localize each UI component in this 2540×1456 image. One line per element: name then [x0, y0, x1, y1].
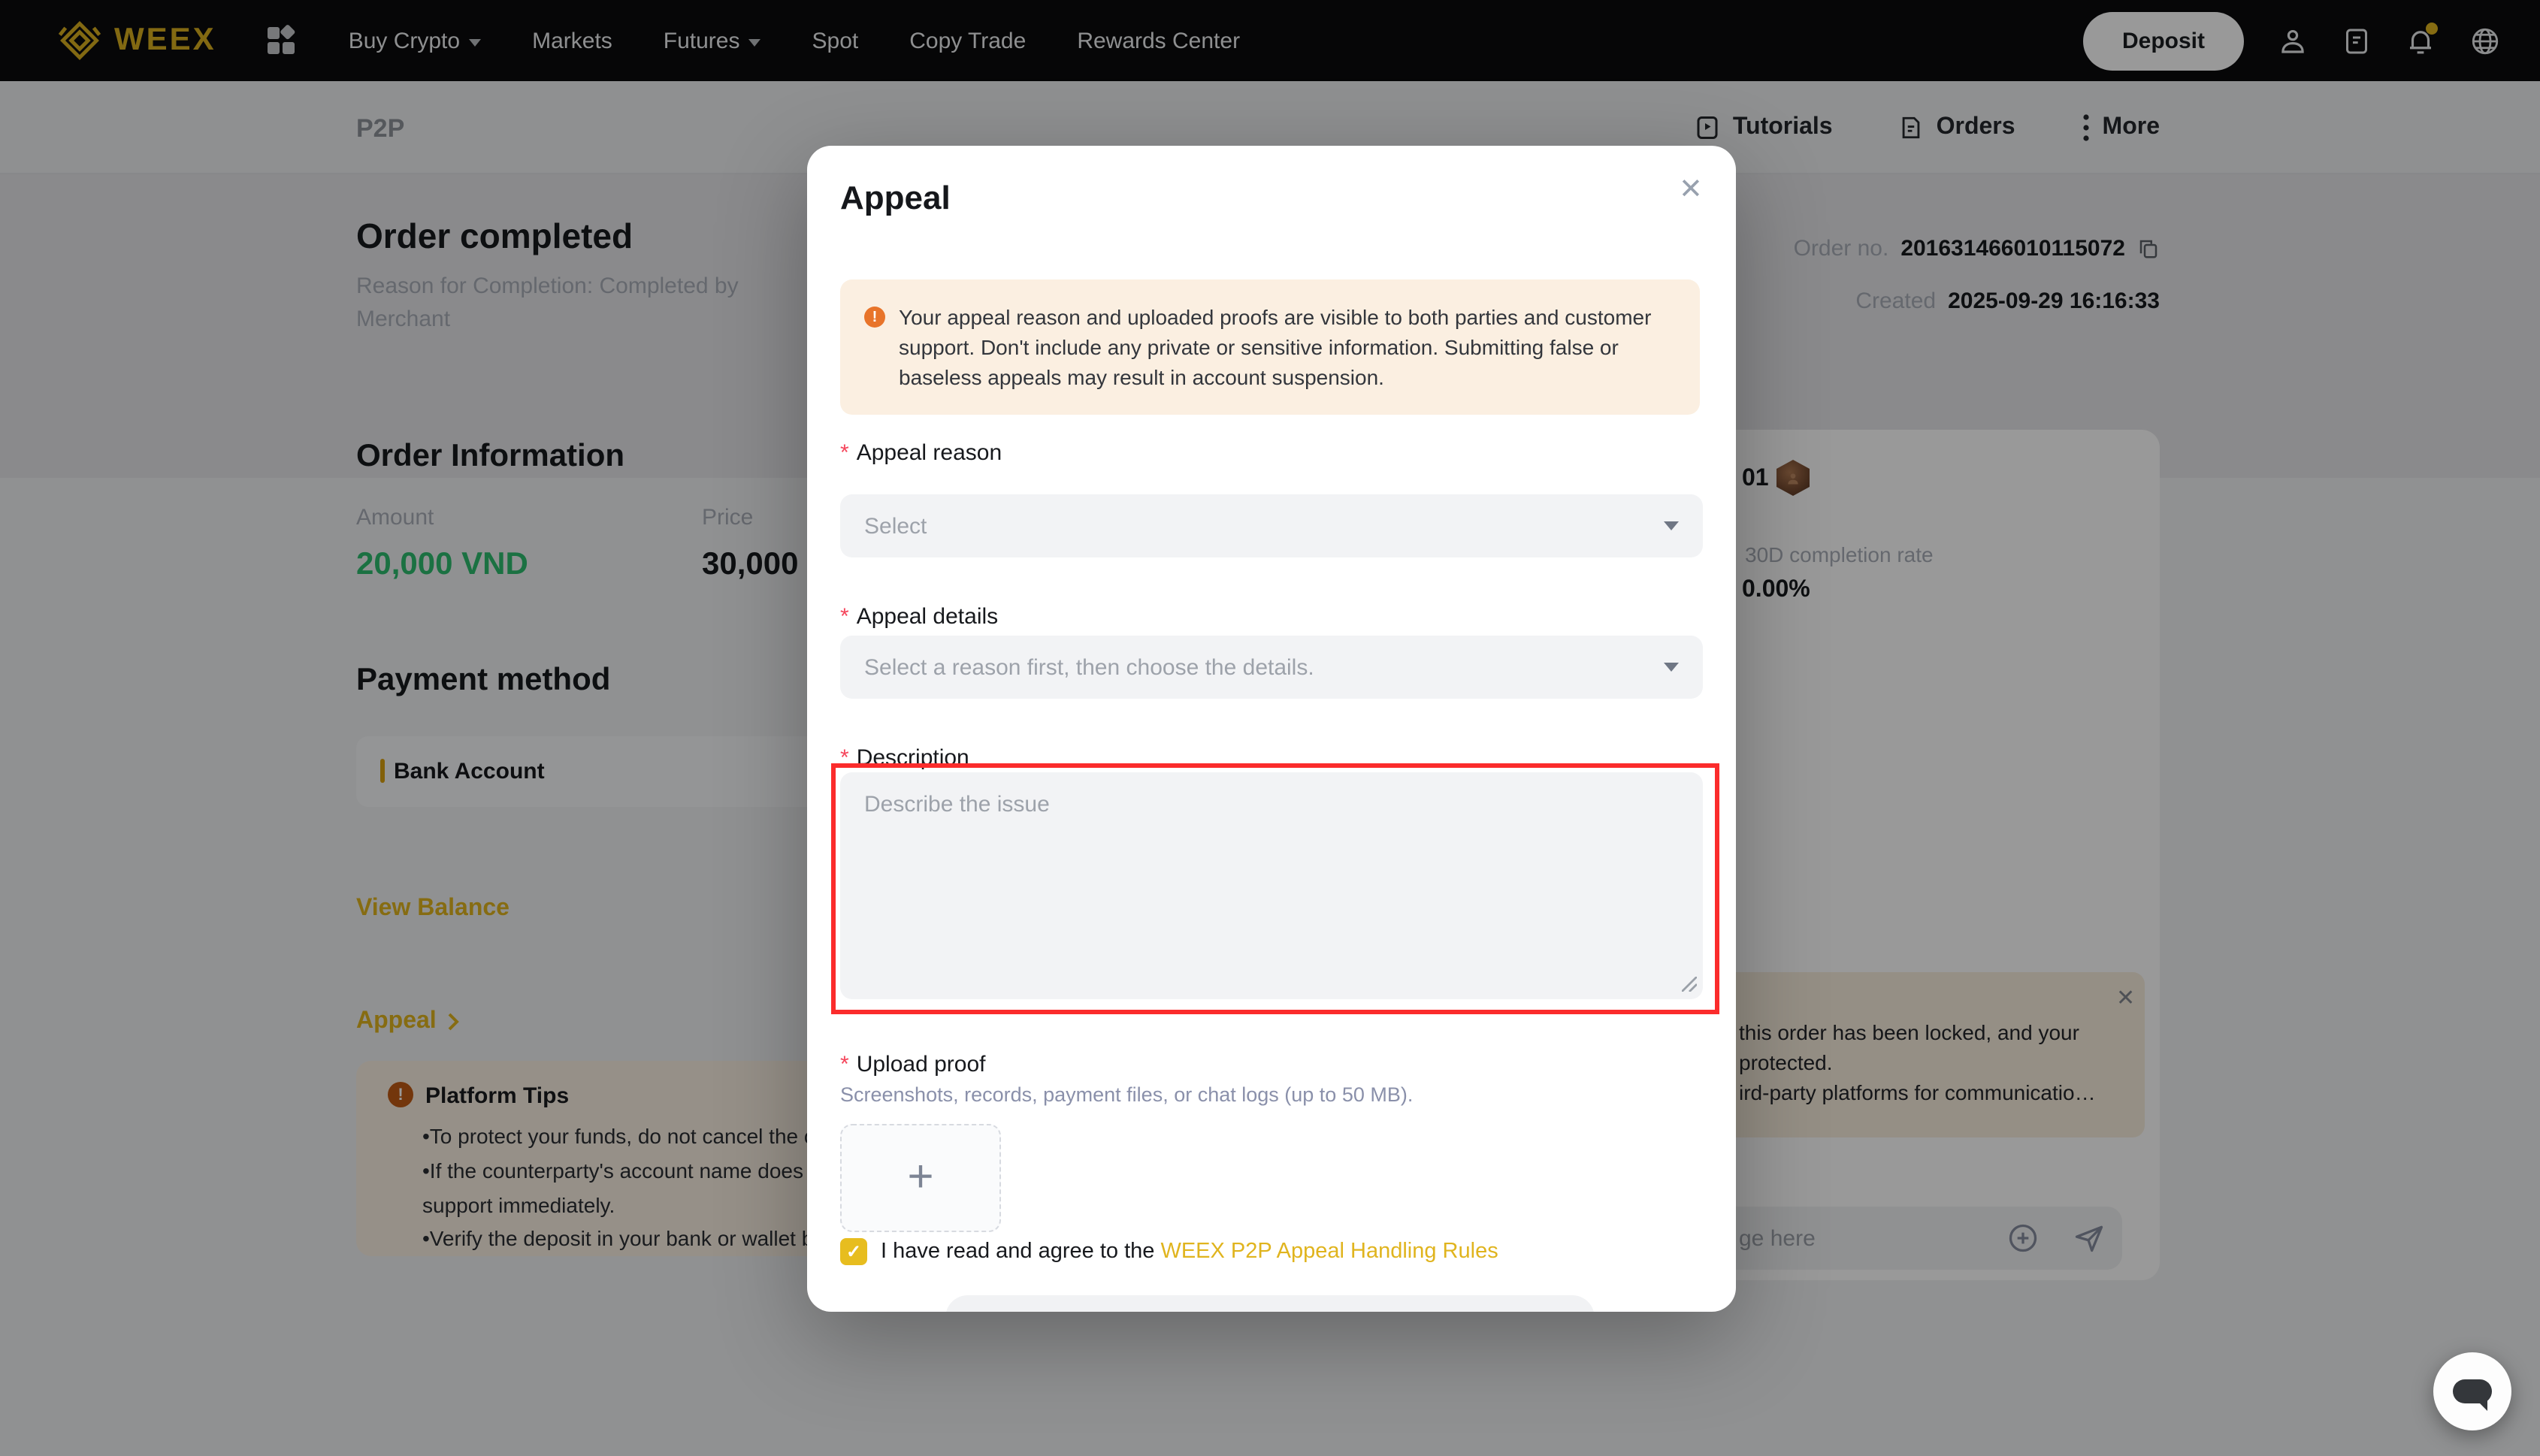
appeal-reason-select[interactable]: Select: [840, 494, 1703, 557]
upload-dropzone[interactable]: +: [840, 1124, 1001, 1232]
chevron-down-icon: [1664, 663, 1679, 672]
modal-title: Appeal: [840, 179, 951, 218]
upload-hint: Screenshots, records, payment files, or …: [840, 1083, 1413, 1106]
close-icon[interactable]: ✕: [1679, 173, 1703, 207]
appeal-warning-box: ! Your appeal reason and uploaded proofs…: [840, 279, 1700, 415]
required-asterisk: *: [840, 440, 849, 466]
chevron-down-icon: [1664, 521, 1679, 530]
support-chat-button[interactable]: [2433, 1352, 2511, 1430]
warning-text: Your appeal reason and uploaded proofs a…: [899, 302, 1651, 392]
appeal-modal: Appeal ✕ ! Your appeal reason and upload…: [807, 146, 1736, 1312]
submit-button-partial[interactable]: [945, 1295, 1595, 1312]
chat-bubble-icon: [2453, 1379, 2492, 1403]
required-asterisk: *: [840, 1052, 849, 1077]
agree-text: I have read and agree to the WEEX P2P Ap…: [881, 1240, 1498, 1264]
description-label: *Description: [840, 745, 969, 771]
textarea-resize-handle[interactable]: [1682, 977, 1697, 992]
weex-p2p-order-page: WEEX Buy Crypto Markets Futures Spot Cop…: [0, 0, 2540, 1456]
appeal-rules-link[interactable]: WEEX P2P Appeal Handling Rules: [1160, 1240, 1498, 1264]
appeal-details-select[interactable]: Select a reason first, then choose the d…: [840, 636, 1703, 699]
agree-row: ✓ I have read and agree to the WEEX P2P …: [840, 1238, 1498, 1265]
plus-icon: +: [907, 1155, 933, 1201]
warning-icon: !: [864, 307, 885, 328]
required-asterisk: *: [840, 604, 849, 630]
upload-proof-label: *Upload proof: [840, 1052, 986, 1077]
description-textarea[interactable]: [840, 772, 1703, 999]
appeal-details-label: *Appeal details: [840, 604, 998, 630]
required-asterisk: *: [840, 745, 849, 771]
agree-checkbox[interactable]: ✓: [840, 1238, 867, 1265]
appeal-reason-label: *Appeal reason: [840, 440, 1002, 466]
